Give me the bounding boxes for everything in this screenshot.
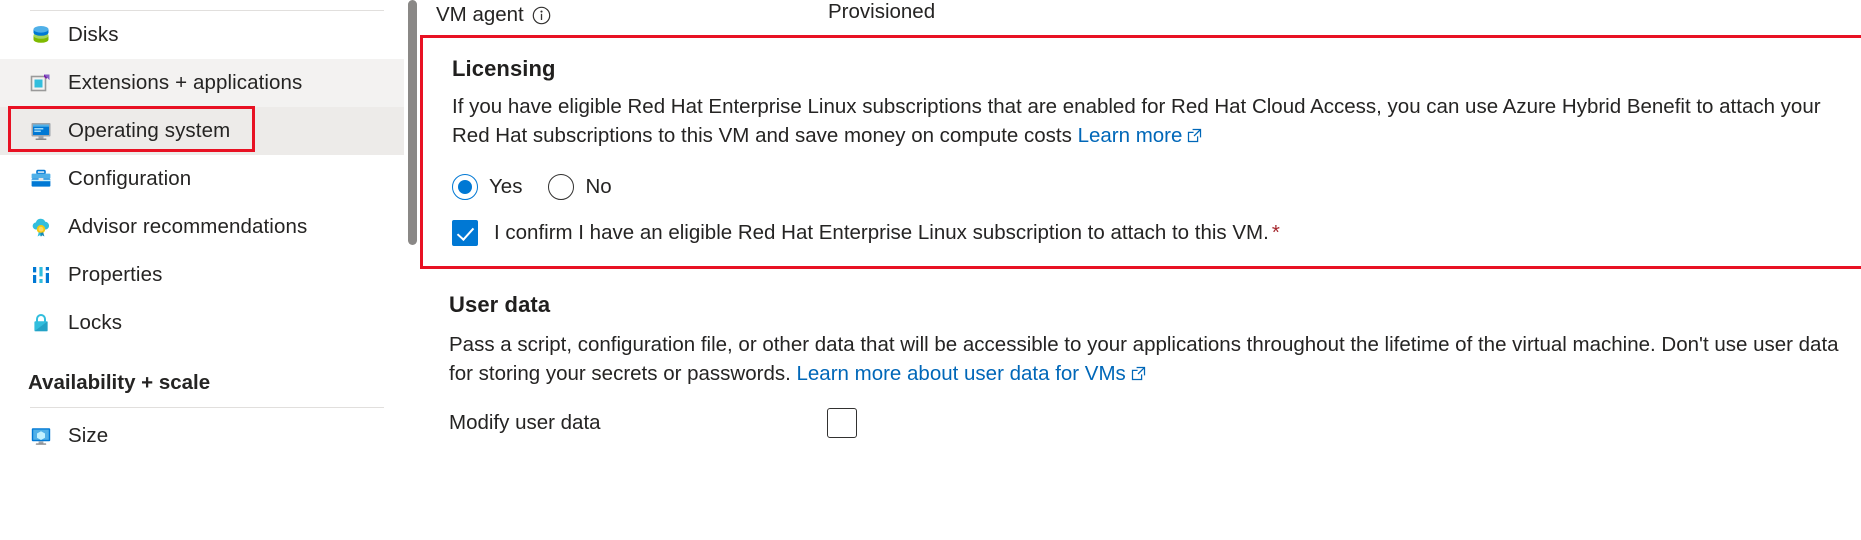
radio-no-input[interactable] (548, 174, 575, 200)
nav-item-list: Disks Extensions + applications Operatin… (0, 11, 420, 460)
nav-divider-group (30, 407, 384, 408)
operating-system-content-pane: VM agent Provisioned Licensing If you ha… (420, 0, 1861, 540)
confirm-subscription-row[interactable]: I confirm I have an eligible Red Hat Ent… (452, 220, 1280, 246)
sidebar-item-label: Extensions + applications (68, 71, 303, 94)
info-icon[interactable] (532, 6, 551, 25)
sidebar-item-extensions-applications[interactable]: Extensions + applications (0, 59, 420, 107)
confirm-subscription-text: I confirm I have an eligible Red Hat Ent… (494, 221, 1269, 244)
user-data-description: Pass a script, configuration file, or ot… (449, 330, 1849, 389)
required-marker: * (1271, 221, 1280, 244)
sidebar-item-size[interactable]: Size (0, 412, 420, 460)
radio-yes-input[interactable] (452, 174, 478, 200)
radio-option-yes[interactable]: Yes (452, 174, 522, 200)
sidebar-item-label: Properties (68, 263, 163, 286)
external-link-icon (1187, 122, 1202, 151)
sidebar-item-operating-system[interactable]: Operating system (0, 107, 420, 155)
vm-agent-row: VM agent Provisioned (436, 0, 935, 30)
user-data-learn-more-link[interactable]: Learn more about user data for VMs (797, 362, 1126, 385)
sidebar-item-disks[interactable]: Disks (0, 11, 420, 59)
sidebar-item-label: Size (68, 424, 109, 447)
sidebar-item-advisor-recommendations[interactable]: Advisor recommendations (0, 203, 420, 251)
confirm-subscription-checkbox[interactable] (452, 220, 478, 246)
modify-user-data-label: Modify user data (449, 411, 601, 434)
configuration-icon (28, 166, 54, 192)
radio-option-no[interactable]: No (548, 174, 612, 200)
modify-user-data-row: Modify user data (449, 405, 1009, 445)
external-link-icon (1131, 360, 1146, 389)
properties-icon (28, 262, 54, 288)
user-data-title: User data (449, 292, 551, 317)
sidebar-item-label: Disks (68, 23, 119, 46)
vm-left-navigation: Disks Extensions + applications Operatin… (0, 0, 420, 540)
advisor-icon (28, 214, 54, 240)
sidebar-item-label: Operating system (68, 119, 231, 142)
sidebar-item-label: Configuration (68, 167, 192, 190)
vm-agent-label: VM agent (436, 3, 524, 26)
nav-scrollbar-thumb[interactable] (408, 0, 417, 245)
licensing-learn-more-link[interactable]: Learn more (1078, 124, 1183, 147)
nav-scrollbar-track[interactable] (404, 0, 420, 540)
sidebar-item-label: Advisor recommendations (68, 215, 308, 238)
azure-vm-operating-system-page: Disks Extensions + applications Operatin… (0, 0, 1861, 540)
radio-no-label: No (585, 175, 612, 198)
sidebar-item-configuration[interactable]: Configuration (0, 155, 420, 203)
size-icon (28, 423, 54, 449)
licensing-title: Licensing (452, 56, 556, 81)
sidebar-item-label: Locks (68, 311, 123, 334)
nav-group-header-availability-scale: Availability + scale (28, 371, 211, 394)
confirm-subscription-label: I confirm I have an eligible Red Hat Ent… (494, 221, 1280, 245)
extensions-icon (28, 70, 54, 96)
sidebar-item-properties[interactable]: Properties (0, 251, 420, 299)
azure-hybrid-benefit-radio-group: Yes No (452, 174, 638, 200)
radio-yes-label: Yes (489, 175, 523, 198)
sidebar-item-locks[interactable]: Locks (0, 299, 420, 347)
operating-system-icon (28, 118, 54, 144)
licensing-description: If you have eligible Red Hat Enterprise … (452, 92, 1847, 151)
disks-icon (28, 22, 54, 48)
modify-user-data-checkbox[interactable] (827, 408, 857, 438)
vm-agent-value: Provisioned (828, 0, 936, 23)
locks-icon (28, 310, 54, 336)
licensing-section-highlight: Licensing If you have eligible Red Hat E… (420, 35, 1861, 269)
